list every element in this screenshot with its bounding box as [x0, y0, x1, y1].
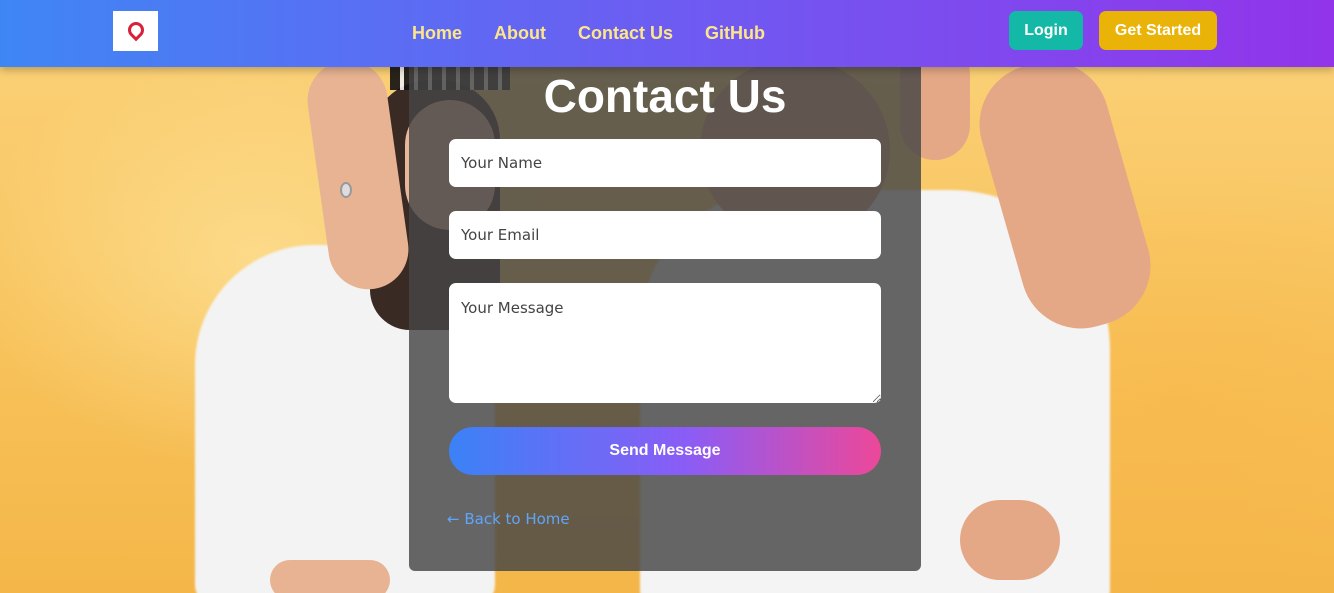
page-title: Contact Us	[543, 70, 787, 122]
nav-link-home[interactable]: Home	[412, 23, 462, 44]
login-button[interactable]: Login	[1009, 11, 1083, 50]
nav-link-contact[interactable]: Contact Us	[578, 23, 673, 44]
site-logo[interactable]	[113, 11, 158, 51]
hand	[960, 500, 1060, 580]
hand	[270, 560, 390, 593]
nav-link-github[interactable]: GitHub	[705, 23, 765, 44]
earring	[340, 182, 352, 198]
logo-icon	[124, 18, 147, 42]
send-message-button[interactable]: Send Message	[449, 427, 881, 475]
get-started-button[interactable]: Get Started	[1099, 11, 1217, 50]
top-navbar: Home About Contact Us GitHub Login Get S…	[0, 0, 1334, 67]
message-field[interactable]	[449, 283, 881, 403]
nav-links: Home About Contact Us GitHub	[412, 0, 765, 67]
contact-card: Contact Us Send Message ← Back to Home	[409, 55, 921, 571]
email-field[interactable]	[449, 211, 881, 259]
nav-link-about[interactable]: About	[494, 23, 546, 44]
back-to-home-link[interactable]: ← Back to Home	[447, 510, 570, 528]
name-field[interactable]	[449, 139, 881, 187]
